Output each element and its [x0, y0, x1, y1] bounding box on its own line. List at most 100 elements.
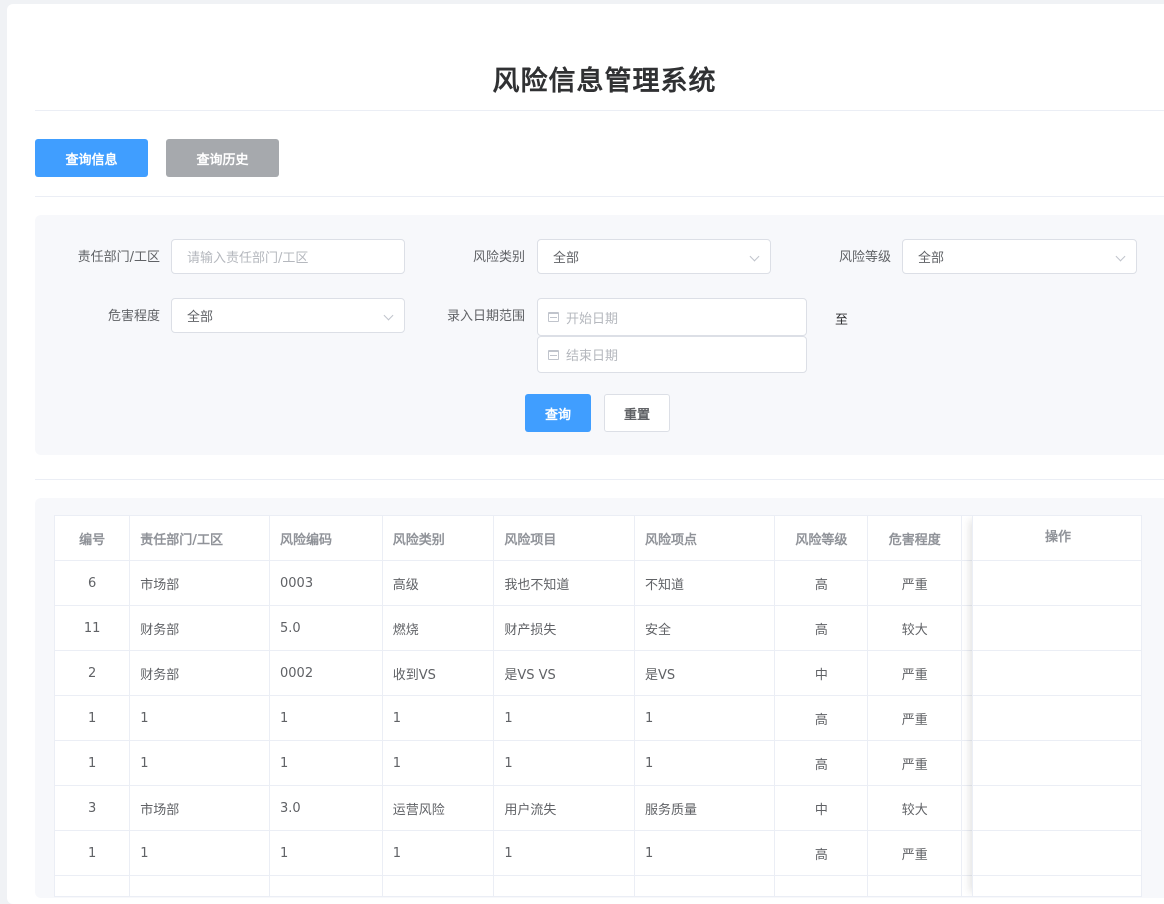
chevron-down-icon — [749, 251, 760, 262]
table-cell — [382, 875, 495, 896]
col-header-point[interactable]: 风险项点 — [634, 516, 776, 561]
tab-query-history[interactable]: 查询历史 — [166, 139, 279, 177]
table-cell — [634, 875, 776, 896]
table-cell: 严重 — [867, 830, 963, 876]
table-cell: 用户流失 — [493, 785, 635, 831]
table-cell: 严重 — [867, 695, 963, 741]
table-cell: 收到VS — [382, 650, 495, 696]
panel-divider — [35, 479, 1164, 480]
harm-select[interactable]: 全部 — [171, 298, 405, 333]
tabs-divider — [35, 196, 1164, 197]
title-divider — [35, 110, 1164, 111]
table-cell: 1 — [129, 830, 270, 876]
reset-button[interactable]: 重置 — [604, 394, 670, 432]
table-cell: 严重 — [867, 650, 963, 696]
table-cell: 中 — [774, 785, 869, 831]
dept-input[interactable]: 请输入责任部门/工区 — [171, 239, 405, 274]
table-cell: 1 — [269, 695, 383, 741]
level-label: 风险等级 — [838, 250, 891, 265]
table-cell: 1 — [269, 740, 383, 786]
category-value: 全部 — [553, 251, 580, 266]
date-range-label: 录入日期范围 — [446, 309, 525, 324]
dept-placeholder: 请输入责任部门/工区 — [187, 251, 309, 266]
table-cell — [55, 875, 131, 896]
start-date-input[interactable]: 开始日期 — [537, 298, 807, 336]
table-cell: 3.0 — [269, 785, 383, 831]
table-cell: 1 — [269, 830, 383, 876]
table-cell: 1 — [634, 695, 776, 741]
table-cell: 0003 — [269, 560, 383, 606]
table-cell: 高 — [774, 605, 869, 651]
table-cell — [493, 875, 635, 896]
col-header-id[interactable]: 编号 — [55, 516, 131, 561]
table-cell: 严重 — [867, 560, 963, 606]
harm-label: 危害程度 — [107, 309, 160, 324]
col-header-harm[interactable]: 危害程度 — [867, 516, 963, 561]
col-header-dept[interactable]: 责任部门/工区 — [129, 516, 270, 561]
table-cell: 1 — [55, 695, 131, 741]
level-select[interactable]: 全部 — [902, 239, 1137, 274]
table-cell: 高 — [774, 560, 869, 606]
table-cell: 11 — [55, 605, 131, 651]
calendar-icon — [548, 312, 559, 322]
table-cell: 1 — [55, 830, 131, 876]
table-cell: 1 — [382, 695, 495, 741]
table-cell: 中 — [774, 650, 869, 696]
col-header-item[interactable]: 风险项目 — [493, 516, 635, 561]
table-cell: 1 — [129, 695, 270, 741]
col-header-category[interactable]: 风险类别 — [382, 516, 495, 561]
search-button[interactable]: 查询 — [525, 394, 591, 432]
chevron-down-icon — [1115, 251, 1126, 262]
operations-cell — [973, 651, 1141, 696]
table-cell: 高级 — [382, 560, 495, 606]
table-cell: 3 — [55, 785, 131, 831]
table-cell: 1 — [493, 695, 635, 741]
table-cell: 1 — [493, 740, 635, 786]
filter-panel: 责任部门/工区 请输入责任部门/工区 风险类别 全部 风险等级 全部 危害程度 … — [35, 215, 1164, 455]
col-header-code[interactable]: 风险编码 — [269, 516, 383, 561]
table-cell: 服务质量 — [634, 785, 776, 831]
harm-value: 全部 — [187, 310, 214, 325]
table-cell — [269, 875, 383, 896]
table-cell: 1 — [634, 830, 776, 876]
table-cell: 1 — [129, 740, 270, 786]
table-cell: 高 — [774, 695, 869, 741]
table-cell: 安全 — [634, 605, 776, 651]
category-select[interactable]: 全部 — [537, 239, 771, 274]
end-date-input[interactable]: 结束日期 — [537, 336, 807, 373]
operations-cell — [973, 876, 1141, 896]
table-cell: 严重 — [867, 740, 963, 786]
table-cell: 5.0 — [269, 605, 383, 651]
table-cell: 不知道 — [634, 560, 776, 606]
table-cell: 财务部 — [129, 605, 270, 651]
table-cell — [867, 875, 963, 896]
table-cell: 1 — [634, 740, 776, 786]
table-cell: 财产损失 — [493, 605, 635, 651]
col-header-level[interactable]: 风险等级 — [774, 516, 869, 561]
table-cell: 财务部 — [129, 650, 270, 696]
tab-query-info[interactable]: 查询信息 — [35, 139, 148, 177]
main-card: 风险信息管理系统 查询信息 查询历史 责任部门/工区 请输入责任部门/工区 风险… — [7, 4, 1164, 904]
table-cell: 1 — [55, 740, 131, 786]
table-cell: 我也不知道 — [493, 560, 635, 606]
table-cell: 较大 — [867, 785, 963, 831]
calendar-icon — [548, 349, 559, 360]
table-card: 编号 责任部门/工区 风险编码 风险类别 风险项目 风险项点 风险等级 危害程度… — [35, 498, 1164, 898]
start-date-placeholder: 开始日期 — [566, 311, 619, 327]
table-cell: 是VS — [634, 650, 776, 696]
table-cell: 是VS VS — [493, 650, 635, 696]
table-cell: 高 — [774, 740, 869, 786]
table-cell: 市场部 — [129, 560, 270, 606]
operations-cell — [973, 696, 1141, 741]
table-cell — [129, 875, 270, 896]
table-cell: 1 — [493, 830, 635, 876]
chevron-down-icon — [383, 310, 394, 321]
operations-cell — [973, 606, 1141, 651]
table-cell: 1 — [382, 830, 495, 876]
table-cell: 较大 — [867, 605, 963, 651]
table-cell: 运营风险 — [382, 785, 495, 831]
table-cell: 0002 — [269, 650, 383, 696]
category-label: 风险类别 — [472, 250, 525, 265]
level-value: 全部 — [918, 251, 945, 266]
table-cell: 高 — [774, 830, 869, 876]
